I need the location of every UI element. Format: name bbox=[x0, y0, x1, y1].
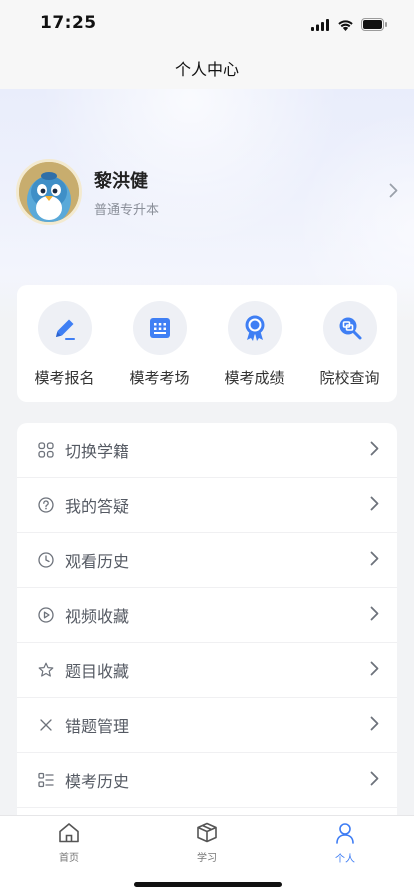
question-circle-icon bbox=[37, 496, 55, 514]
menu-item-video-favorites[interactable]: 视频收藏 bbox=[17, 588, 397, 643]
menu-item-switch-enrollment[interactable]: 切换学籍 bbox=[17, 423, 397, 478]
menu-item-my-questions[interactable]: 我的答疑 bbox=[17, 478, 397, 533]
tab-label: 学习 bbox=[197, 853, 217, 864]
menu-item-watch-history[interactable]: 观看历史 bbox=[17, 533, 397, 588]
menu-item-label: 题目收藏 bbox=[65, 662, 130, 681]
quick-action-school-search[interactable]: 院校查询 bbox=[310, 301, 390, 402]
list-icon bbox=[37, 771, 55, 789]
clock-icon bbox=[37, 551, 55, 569]
chevron-right-icon bbox=[370, 551, 379, 570]
tab-label: 个人 bbox=[335, 854, 355, 865]
chevron-right-icon[interactable] bbox=[389, 183, 398, 202]
status-time: 17:25 bbox=[40, 13, 97, 33]
chevron-right-icon bbox=[370, 716, 379, 735]
chevron-right-icon bbox=[370, 441, 379, 460]
chevron-right-icon bbox=[370, 606, 379, 625]
chevron-right-icon bbox=[370, 771, 379, 790]
profile-name: 黎洪健 bbox=[94, 170, 148, 192]
person-icon bbox=[334, 822, 356, 848]
switch-grid-icon bbox=[37, 441, 55, 459]
menu-item-mock-exam-history[interactable]: 模考历史 bbox=[17, 753, 397, 808]
school-search-icon bbox=[339, 317, 361, 340]
quick-action-label: 模考成绩 bbox=[224, 369, 285, 387]
chevron-right-icon bbox=[370, 496, 379, 515]
award-icon bbox=[245, 315, 264, 341]
menu-item-wrong-question-management[interactable]: 错题管理 bbox=[17, 698, 397, 753]
battery-icon bbox=[361, 16, 388, 35]
home-indicator bbox=[134, 882, 282, 887]
chevron-right-icon bbox=[370, 661, 379, 680]
menu-item-label: 我的答疑 bbox=[65, 497, 130, 516]
nav-bar: 个人中心 bbox=[0, 47, 414, 89]
quick-actions-card: 模考报名 模考考场 模考成绩 院校查询 bbox=[17, 285, 397, 402]
tab-study[interactable]: 学习 bbox=[138, 816, 276, 864]
tab-home[interactable]: 首页 bbox=[0, 816, 138, 864]
exam-room-icon bbox=[149, 318, 170, 338]
quick-action-label: 院校查询 bbox=[319, 369, 380, 387]
status-bar: 17:25 bbox=[0, 0, 414, 47]
tab-bar: 首页 学习 个人 bbox=[0, 815, 414, 896]
quick-action-mock-exam-signup[interactable]: 模考报名 bbox=[25, 301, 105, 402]
menu-item-label: 切换学籍 bbox=[65, 442, 130, 461]
profile-card[interactable]: 黎洪健 普通专升本 bbox=[16, 157, 400, 227]
cross-icon bbox=[37, 716, 55, 734]
home-icon bbox=[58, 822, 80, 847]
signal-icon bbox=[311, 16, 330, 35]
page-title: 个人中心 bbox=[174, 60, 239, 79]
avatar[interactable] bbox=[16, 159, 82, 225]
quick-action-label: 模考考场 bbox=[129, 369, 190, 387]
play-circle-icon bbox=[37, 606, 55, 624]
wifi-icon bbox=[337, 16, 354, 35]
quick-action-mock-exam-room[interactable]: 模考考场 bbox=[120, 301, 200, 402]
box-icon bbox=[196, 822, 218, 847]
menu-item-label: 观看历史 bbox=[65, 552, 130, 571]
menu-item-label: 模考历史 bbox=[65, 772, 130, 791]
profile-subtitle: 普通专升本 bbox=[94, 202, 160, 218]
menu-item-question-favorites[interactable]: 题目收藏 bbox=[17, 643, 397, 698]
menu-item-label: 错题管理 bbox=[65, 717, 130, 736]
menu-list: 切换学籍 我的答疑 观看历史 视频收藏 题目收藏 错题管理 模考历史 bbox=[17, 423, 397, 823]
quick-action-mock-exam-score[interactable]: 模考成绩 bbox=[215, 301, 295, 402]
tab-profile[interactable]: 个人 bbox=[276, 816, 414, 865]
tab-label: 首页 bbox=[59, 853, 79, 864]
menu-item-label: 视频收藏 bbox=[65, 607, 130, 626]
penguin-avatar-icon bbox=[19, 162, 79, 222]
status-icons bbox=[311, 16, 388, 35]
quick-action-label: 模考报名 bbox=[34, 369, 95, 387]
star-icon bbox=[37, 661, 55, 679]
pencil-icon bbox=[55, 319, 75, 340]
